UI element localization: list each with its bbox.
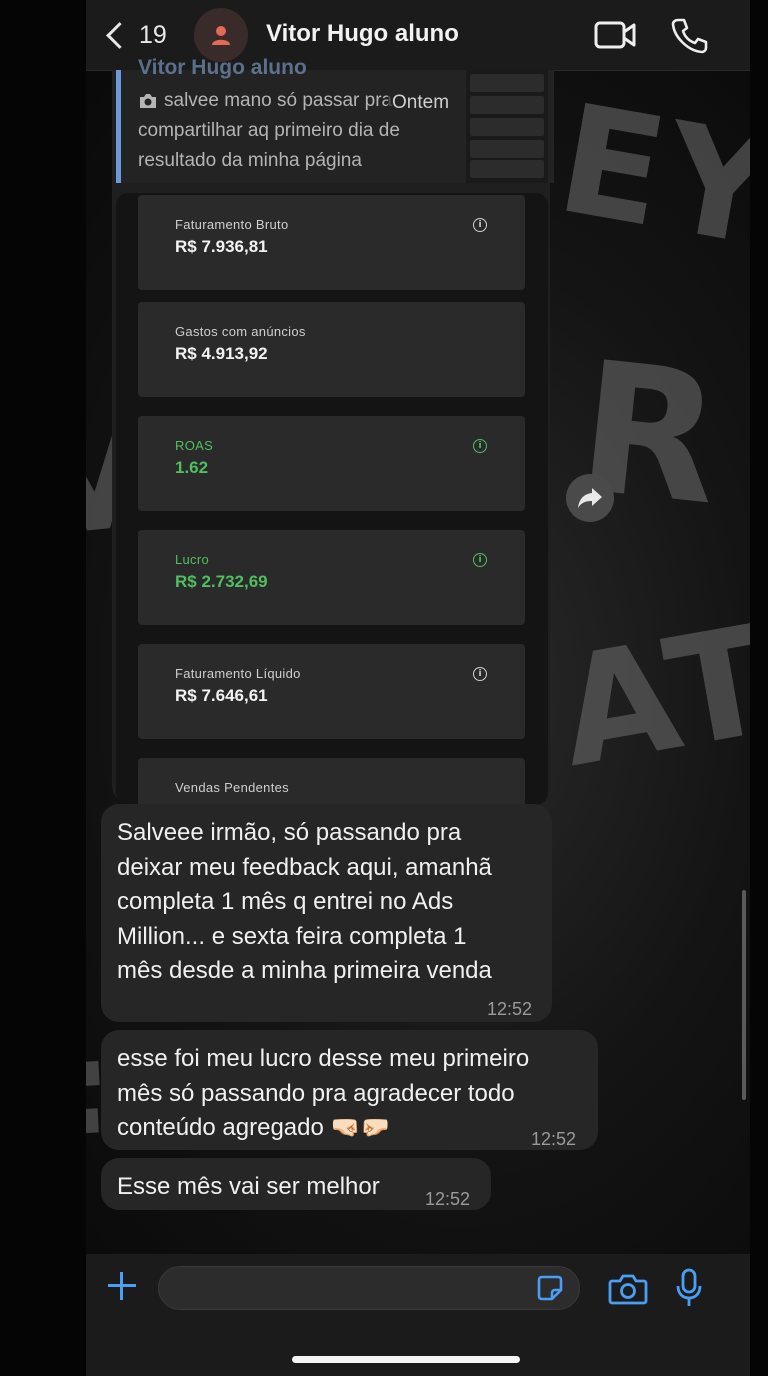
- card-label: Lucro: [175, 552, 210, 567]
- home-indicator[interactable]: [292, 1356, 520, 1363]
- card-value: R$ 2.732,69: [175, 572, 268, 591]
- unread-count: 19: [139, 20, 167, 49]
- card-faturamento-liquido: Faturamento Líquido R$ 7.646,61 i: [138, 644, 525, 739]
- card-value: R$ 4.913,92: [175, 344, 268, 363]
- info-icon: i: [473, 667, 487, 681]
- card-lucro: Lucro R$ 2.732,69 i: [138, 530, 525, 625]
- forward-button[interactable]: [566, 474, 614, 522]
- scrollbar[interactable]: [742, 890, 746, 1100]
- card-vendas-pendentes: Vendas Pendentes: [138, 758, 525, 805]
- info-icon: i: [473, 553, 487, 567]
- forward-arrow-icon: [578, 488, 602, 508]
- microphone-icon: [676, 1268, 702, 1306]
- card-label: Vendas Pendentes: [175, 780, 289, 795]
- message-input[interactable]: [158, 1266, 580, 1310]
- card-label: ROAS: [175, 438, 214, 453]
- quote-thumbnail: [466, 70, 548, 183]
- dashboard-screenshot: Faturamento Bruto R$ 7.936,81 i Gastos c…: [116, 193, 548, 805]
- card-faturamento-bruto: Faturamento Bruto R$ 7.936,81 i: [138, 195, 525, 290]
- left-margin: [0, 0, 86, 1376]
- info-icon: i: [473, 439, 487, 453]
- card-label: Faturamento Bruto: [175, 217, 289, 232]
- message-text: Esse mês vai ser melhor: [117, 1173, 380, 1200]
- card-value: R$ 7.646,61: [175, 686, 268, 705]
- camera-icon: [140, 93, 156, 108]
- quoted-reply[interactable]: Vitor Hugo aluno salvee mano só passar p…: [116, 56, 554, 183]
- back-button[interactable]: 19: [102, 18, 167, 52]
- quote-author: Vitor Hugo aluno: [138, 56, 307, 79]
- quote-text-content: salvee mano só passar pra compartilhar a…: [138, 90, 400, 171]
- quote-bar: [116, 70, 121, 183]
- card-label: Faturamento Líquido: [175, 666, 301, 681]
- message-bubble[interactable]: Esse mês vai ser melhor 12:52: [101, 1158, 491, 1210]
- contact-name[interactable]: Vitor Hugo aluno: [266, 20, 459, 48]
- card-roas: ROAS 1.62 i: [138, 416, 525, 511]
- message-time: 12:52: [487, 999, 533, 1019]
- message-composer: [86, 1254, 750, 1376]
- plus-icon[interactable]: [106, 1270, 138, 1302]
- date-overlay: Ontem: [388, 92, 454, 114]
- person-icon: [212, 26, 230, 45]
- sticker-button[interactable]: [536, 1274, 564, 1302]
- message-text: esse foi meu lucro desse meu primeiro mê…: [117, 1045, 530, 1141]
- card-gastos-anuncios: Gastos com anúncios R$ 4.913,92: [138, 302, 525, 397]
- message-time: 12:52: [425, 1189, 471, 1209]
- phone-icon: [671, 18, 708, 54]
- right-margin: [750, 0, 768, 1376]
- sticker-icon: [537, 1275, 563, 1301]
- info-icon: i: [473, 218, 487, 232]
- card-value: R$ 7.936,81: [175, 237, 268, 256]
- microphone-button[interactable]: [676, 1268, 702, 1308]
- video-camera-icon: [594, 21, 636, 49]
- avatar[interactable]: [194, 8, 248, 62]
- camera-icon: [608, 1274, 648, 1305]
- message-bubble[interactable]: Salveee irmão, só passando pra deixar me…: [101, 804, 552, 1022]
- message-text: Salveee irmão, só passando pra deixar me…: [117, 819, 492, 984]
- video-call-button[interactable]: [594, 18, 638, 52]
- card-value: 1.62: [175, 458, 209, 477]
- card-label: Gastos com anúncios: [175, 324, 306, 339]
- camera-button[interactable]: [608, 1272, 648, 1306]
- message-time: 12:52: [531, 1129, 577, 1149]
- message-bubble[interactable]: esse foi meu lucro desse meu primeiro mê…: [101, 1030, 598, 1150]
- voice-call-button[interactable]: [670, 16, 710, 54]
- chevron-left-icon: [106, 21, 133, 49]
